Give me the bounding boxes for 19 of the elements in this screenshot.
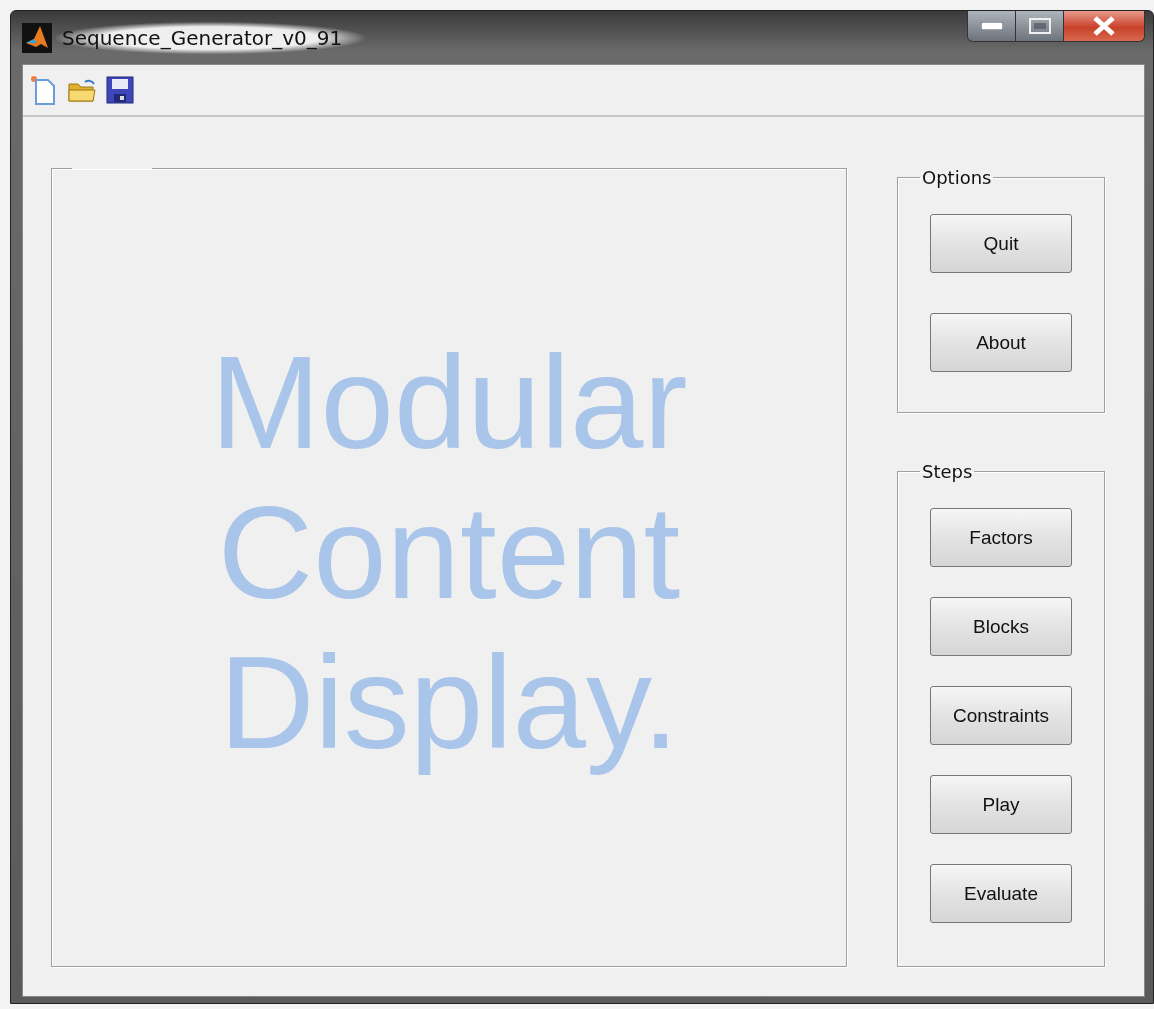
option-button[interactable]: About xyxy=(930,313,1072,372)
close-icon xyxy=(1092,16,1116,36)
maximize-icon xyxy=(1028,18,1051,34)
option-button[interactable]: Quit xyxy=(930,214,1072,273)
panel-title: Options xyxy=(921,167,993,188)
panel-title: Steps xyxy=(921,461,974,482)
maximize-button[interactable] xyxy=(1016,11,1064,41)
close-button[interactable] xyxy=(1064,11,1144,41)
minimize-button[interactable] xyxy=(968,11,1016,41)
placeholder-text: Modular Content Display. xyxy=(209,327,689,778)
step-button[interactable]: Play xyxy=(930,775,1072,834)
window-title: Sequence_Generator_v0_91 xyxy=(56,21,365,54)
minimize-icon xyxy=(980,22,1003,30)
step-button[interactable]: Evaluate xyxy=(930,864,1072,923)
step-button[interactable]: Blocks xyxy=(930,597,1072,656)
app-logo-icon xyxy=(22,22,52,53)
step-button[interactable]: Factors xyxy=(930,508,1072,567)
step-button[interactable]: Constraints xyxy=(930,686,1072,745)
save-toolbar-button[interactable] xyxy=(105,74,135,106)
